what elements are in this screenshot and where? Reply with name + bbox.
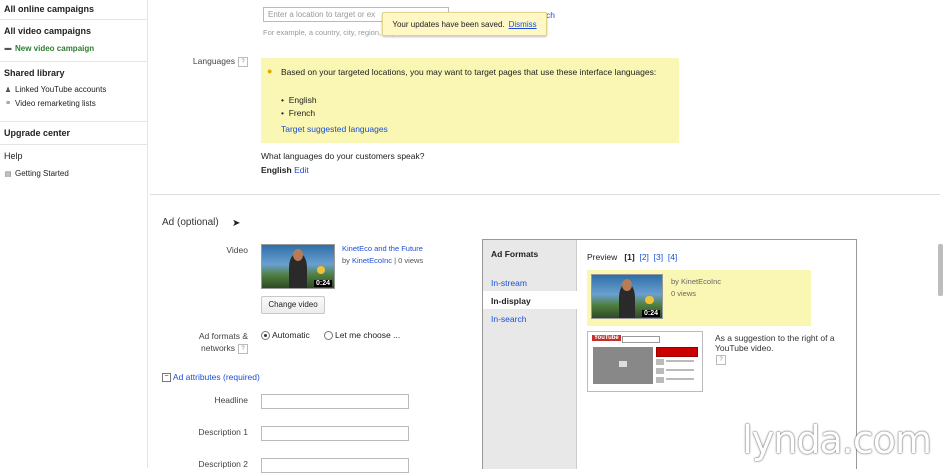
- current-language-value: English: [261, 165, 292, 175]
- lightbulb-icon: ●: [267, 66, 273, 76]
- sidebar: All online campaigns All video campaigns…: [0, 0, 148, 468]
- sidebar-item-label: Getting Started: [15, 169, 69, 178]
- edit-language-link[interactable]: Edit: [294, 165, 309, 175]
- help-icon[interactable]: ?: [238, 343, 248, 354]
- person-icon: ♟: [4, 86, 12, 94]
- ad-attributes-toggle[interactable]: − Ad attributes (required): [162, 372, 260, 383]
- preview-page-1[interactable]: [1]: [624, 252, 634, 262]
- preview-suggestion-text: As a suggestion to the right of a YouTub…: [715, 333, 835, 353]
- video-title-link[interactable]: KinetEco and the Future: [342, 244, 423, 253]
- sidebar-upgrade-center[interactable]: Upgrade center: [4, 128, 70, 138]
- video-meta: by KinetEcoInc | 0 views: [342, 256, 424, 265]
- sidebar-item-getting-started[interactable]: ▤ Getting Started: [4, 169, 69, 178]
- youtube-page-mock: YouTube: [587, 331, 703, 392]
- search-link[interactable]: ch: [546, 10, 555, 20]
- highlighted-ad-slot: [656, 347, 698, 357]
- divider: [0, 144, 147, 145]
- sidebar-shared-library[interactable]: Shared library: [4, 68, 65, 78]
- sidebar-item-label: Linked YouTube accounts: [15, 85, 107, 94]
- ad-formats-label: Ad formats & networks?: [198, 331, 248, 354]
- ad-section-title: Ad (optional): [162, 217, 219, 228]
- sidebar-item-label: Video remarketing lists: [15, 99, 96, 108]
- description1-label: Description 1: [198, 427, 248, 437]
- tab-in-display[interactable]: In-display: [483, 291, 577, 309]
- sidebar-item-remarketing-lists[interactable]: ≡ Video remarketing lists: [4, 99, 96, 108]
- suggestion-text: Based on your targeted locations, you ma…: [281, 67, 657, 77]
- mouse-cursor-icon: ➤: [232, 218, 241, 229]
- video-label: Video: [226, 245, 248, 255]
- help-icon[interactable]: ?: [716, 354, 726, 365]
- ad-attributes-label: Ad attributes (required): [172, 372, 260, 382]
- collapse-icon: −: [162, 373, 171, 383]
- toast-message: Your updates have been saved.: [392, 19, 505, 29]
- sidebar-help[interactable]: Help: [4, 151, 23, 161]
- preview-channel: by KinetEcoInc: [671, 277, 722, 286]
- lynda-watermark: lynda.com: [742, 418, 932, 462]
- preview-page-4[interactable]: [4]: [668, 252, 677, 262]
- radio-unselected-icon: [324, 331, 333, 341]
- scrollbar[interactable]: [938, 244, 943, 296]
- preview-page-2[interactable]: [2]: [639, 252, 648, 262]
- languages-label-row: Languages?: [150, 56, 248, 67]
- automatic-radio[interactable]: Automatic: [261, 330, 310, 341]
- divider: [0, 19, 147, 20]
- let-me-choose-radio[interactable]: Let me choose ...: [324, 330, 400, 341]
- headline-input[interactable]: [261, 394, 409, 409]
- language-item: • French: [281, 108, 316, 118]
- preview-page-3[interactable]: [3]: [654, 252, 663, 262]
- description2-input[interactable]: [261, 458, 409, 473]
- dismiss-link[interactable]: Dismiss: [509, 20, 537, 29]
- preview-pager: Preview [1] [2] [3] [4]: [587, 252, 678, 262]
- languages-label: Languages: [192, 56, 235, 66]
- change-video-button[interactable]: Change video: [261, 296, 325, 314]
- divider: [0, 61, 147, 62]
- language-suggestion-box: ● Based on your targeted locations, you …: [261, 58, 679, 143]
- video-player-mock: [593, 347, 653, 384]
- tab-in-stream[interactable]: In-stream: [491, 278, 527, 288]
- youtube-logo: YouTube: [592, 335, 621, 341]
- language-question: What languages do your customers speak?: [261, 151, 425, 161]
- book-icon: ▤: [4, 170, 12, 178]
- list-icon: ≡: [5, 100, 11, 107]
- radio-selected-icon: [261, 331, 270, 341]
- sidebar-item-new-video-campaign[interactable]: ▬ New video campaign: [4, 44, 95, 53]
- sidebar-item-linked-accounts[interactable]: ♟ Linked YouTube accounts: [4, 85, 106, 94]
- display-ad-preview: 0:24 by KinetEcoInc 0 views: [587, 270, 811, 326]
- language-item: • English: [281, 95, 317, 105]
- divider: [0, 121, 147, 122]
- folder-icon: ▬: [4, 45, 12, 52]
- ad-formats-title: Ad Formats: [491, 249, 539, 259]
- target-suggested-languages-link[interactable]: Target suggested languages: [281, 124, 388, 134]
- ad-formats-list: Ad Formats In-stream In-display In-searc…: [483, 240, 577, 469]
- section-divider: [150, 194, 940, 195]
- sidebar-all-video-campaigns[interactable]: All video campaigns: [4, 26, 91, 36]
- sidebar-item-label: New video campaign: [15, 44, 95, 53]
- sidebar-all-online-campaigns[interactable]: All online campaigns: [4, 4, 94, 14]
- description1-input[interactable]: [261, 426, 409, 441]
- video-thumbnail[interactable]: 0:24: [261, 244, 335, 289]
- video-duration: 0:24: [313, 280, 332, 287]
- tab-in-search[interactable]: In-search: [491, 314, 526, 324]
- help-icon[interactable]: ?: [238, 56, 248, 67]
- saved-notification: Your updates have been saved. Dismiss: [382, 12, 547, 36]
- preview-thumbnail: 0:24: [591, 274, 663, 319]
- headline-label: Headline: [214, 395, 248, 405]
- current-language: English Edit: [261, 165, 309, 175]
- channel-link[interactable]: KinetEcoInc: [352, 256, 392, 265]
- preview-views: 0 views: [671, 289, 697, 298]
